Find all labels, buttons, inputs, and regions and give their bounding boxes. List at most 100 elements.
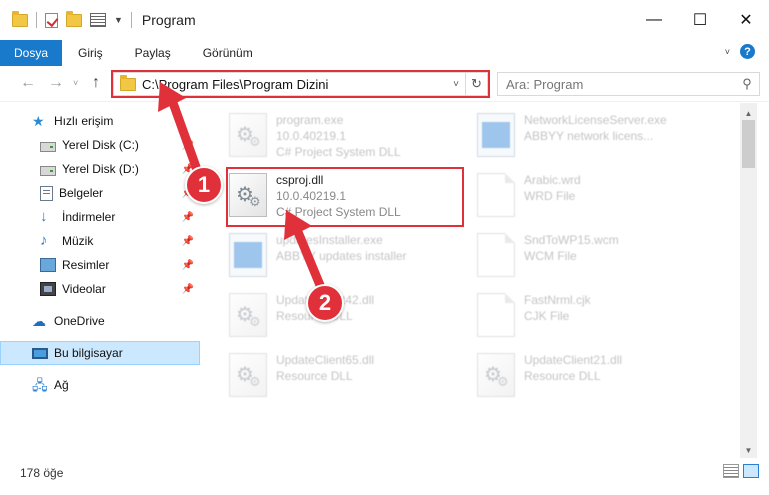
list-item[interactable]: program.exe 10.0.40219.1 C# Project Syst… [205, 107, 445, 165]
status-bar: 178 öğe [0, 458, 769, 495]
documents-icon [40, 185, 53, 201]
tiles-view-icon[interactable] [743, 464, 759, 478]
sidebar-item-network[interactable]: 🖧 Ağ [0, 373, 200, 397]
tab-home[interactable]: Giriş [62, 40, 119, 66]
item-count: 178 öğe [20, 466, 64, 480]
sidebar-item-local-disk-d[interactable]: Yerel Disk (D:) 📌 [0, 157, 200, 181]
blank-file-icon [477, 233, 515, 277]
window-controls: — ☐ ✕ [631, 0, 769, 40]
app-file-icon [229, 233, 267, 277]
videos-icon [40, 282, 56, 296]
sidebar-item-documents[interactable]: Belgeler 📌 [0, 181, 200, 205]
scroll-up-icon[interactable]: ▲ [740, 105, 757, 121]
sidebar-item-onedrive[interactable]: ☁ OneDrive [0, 309, 200, 333]
pin-icon[interactable]: 📌 [182, 284, 194, 295]
cloud-icon: ☁ [32, 313, 46, 329]
list-item[interactable]: Arabic.wrd WRD File [453, 167, 693, 225]
up-arrow-icon[interactable]: ↑ [92, 74, 100, 92]
file-list: program.exe 10.0.40219.1 C# Project Syst… [205, 103, 740, 458]
navigation-pane: ★ Hızlı erişim Yerel Disk (C:) 📌 Yerel D… [0, 103, 205, 458]
dll-file-icon [477, 353, 515, 397]
scroll-thumb[interactable] [742, 120, 755, 168]
sidebar-item-label: Videolar [62, 282, 106, 296]
network-icon: 🖧 [32, 377, 48, 393]
blank-file-icon [477, 293, 515, 337]
sidebar-item-this-pc[interactable]: Bu bilgisayar [0, 341, 200, 365]
sidebar-item-pictures[interactable]: Resimler 📌 [0, 253, 200, 277]
recent-locations-chevron-icon[interactable]: ˅ [73, 78, 78, 88]
sidebar-item-label: Yerel Disk (C:) [62, 138, 139, 152]
sidebar-item-label: Yerel Disk (D:) [62, 162, 139, 176]
tab-view[interactable]: Görünüm [187, 40, 269, 66]
blank-file-icon [477, 173, 515, 217]
pin-icon[interactable]: 📌 [182, 236, 194, 247]
tab-file[interactable]: Dosya [0, 40, 62, 66]
file-detail: WRD File [524, 189, 576, 203]
list-item[interactable]: SndToWP15.wcm WCM File [453, 227, 693, 285]
star-icon: ★ [32, 113, 45, 129]
list-item[interactable]: UpdateClient21.dll Resource DLL [453, 347, 693, 405]
details-view-icon[interactable] [723, 464, 739, 478]
sidebar-item-downloads[interactable]: ↓ İndirmeler 📌 [0, 205, 200, 229]
list-item[interactable]: updatesInstaller.exe ABBYY updates insta… [205, 227, 445, 285]
file-name: SndToWP15.wcm [524, 233, 619, 247]
sidebar-item-label: Belgeler [59, 186, 104, 200]
address-highlight-box [111, 70, 490, 98]
title-divider [130, 12, 132, 28]
properties-check-icon[interactable] [45, 12, 58, 28]
forward-arrow-icon[interactable]: → [48, 74, 64, 92]
file-name: UpdateClient21.dll [524, 353, 623, 367]
title-bar: ▼ Program — ☐ ✕ [0, 0, 769, 40]
toolbar-divider [36, 12, 37, 28]
file-name: UpdateClient65.dll [276, 353, 375, 367]
new-folder-icon[interactable] [66, 10, 82, 27]
quick-access-toolbar: ▼ [0, 10, 132, 28]
file-name: FastNrml.cjk [524, 293, 591, 307]
ribbon-tabs: Dosya Giriş Paylaş Görünüm ˅ ? [0, 40, 769, 66]
navigation-bar: ← → ˅ ↑ C:\Program Files\Program Dizini … [0, 66, 769, 102]
list-item[interactable]: NetworkLicenseServer.exe ABBYY network l… [453, 107, 693, 165]
back-arrow-icon[interactable]: ← [20, 74, 36, 92]
sidebar-item-label: İndirmeler [62, 210, 116, 224]
ribbon-right: ˅ ? [725, 44, 755, 59]
close-button[interactable]: ✕ [723, 0, 769, 40]
list-item[interactable]: UpdateClient65.dll Resource DLL [205, 347, 445, 405]
step-1-badge: 1 [185, 166, 223, 204]
computer-icon [32, 347, 48, 359]
file-detail: CJK File [524, 309, 570, 323]
drive-icon [40, 142, 56, 152]
search-box[interactable]: Ara: Program ⚲ [497, 72, 760, 96]
pin-icon[interactable]: 📌 [182, 212, 194, 223]
view-switcher [723, 464, 759, 478]
properties-icon[interactable] [90, 13, 106, 27]
step-2-badge: 2 [306, 284, 344, 322]
minimize-button[interactable]: — [631, 0, 677, 40]
downloads-icon: ↓ [40, 208, 48, 225]
tab-share[interactable]: Paylaş [119, 40, 187, 66]
search-icon[interactable]: ⚲ [735, 76, 759, 92]
expand-ribbon-chevron-icon[interactable]: ˅ [725, 47, 730, 57]
music-icon: ♪ [40, 232, 48, 249]
pin-icon[interactable]: 📌 [182, 140, 194, 151]
sidebar-item-music[interactable]: ♪ Müzik 📌 [0, 229, 200, 253]
sidebar-item-label: Müzik [62, 234, 94, 248]
sidebar-item-label: Ağ [54, 378, 69, 392]
sidebar-item-videos[interactable]: Videolar 📌 [0, 277, 200, 301]
file-detail: ABBYY updates installer [276, 249, 407, 263]
pin-icon[interactable]: 📌 [182, 260, 194, 271]
sidebar-item-quick-access[interactable]: ★ Hızlı erişim [0, 109, 200, 133]
file-detail: Resource DLL [276, 369, 353, 383]
sidebar-item-label: Bu bilgisayar [54, 346, 123, 360]
dll-file-icon [229, 293, 267, 337]
help-icon[interactable]: ? [740, 44, 755, 59]
scroll-down-icon[interactable]: ▼ [740, 442, 757, 458]
file-detail: WCM File [524, 249, 577, 263]
customize-toolbar-chevron-icon[interactable]: ▼ [114, 15, 123, 25]
vertical-scrollbar[interactable]: ▲ ▼ [740, 103, 757, 458]
sidebar-item-label: Resimler [62, 258, 110, 272]
list-item[interactable]: FastNrml.cjk CJK File [453, 287, 693, 345]
maximize-button[interactable]: ☐ [677, 0, 723, 40]
dll-file-icon [229, 113, 267, 157]
sidebar-item-local-disk-c[interactable]: Yerel Disk (C:) 📌 [0, 133, 200, 157]
search-input[interactable]: Ara: Program [506, 77, 735, 92]
